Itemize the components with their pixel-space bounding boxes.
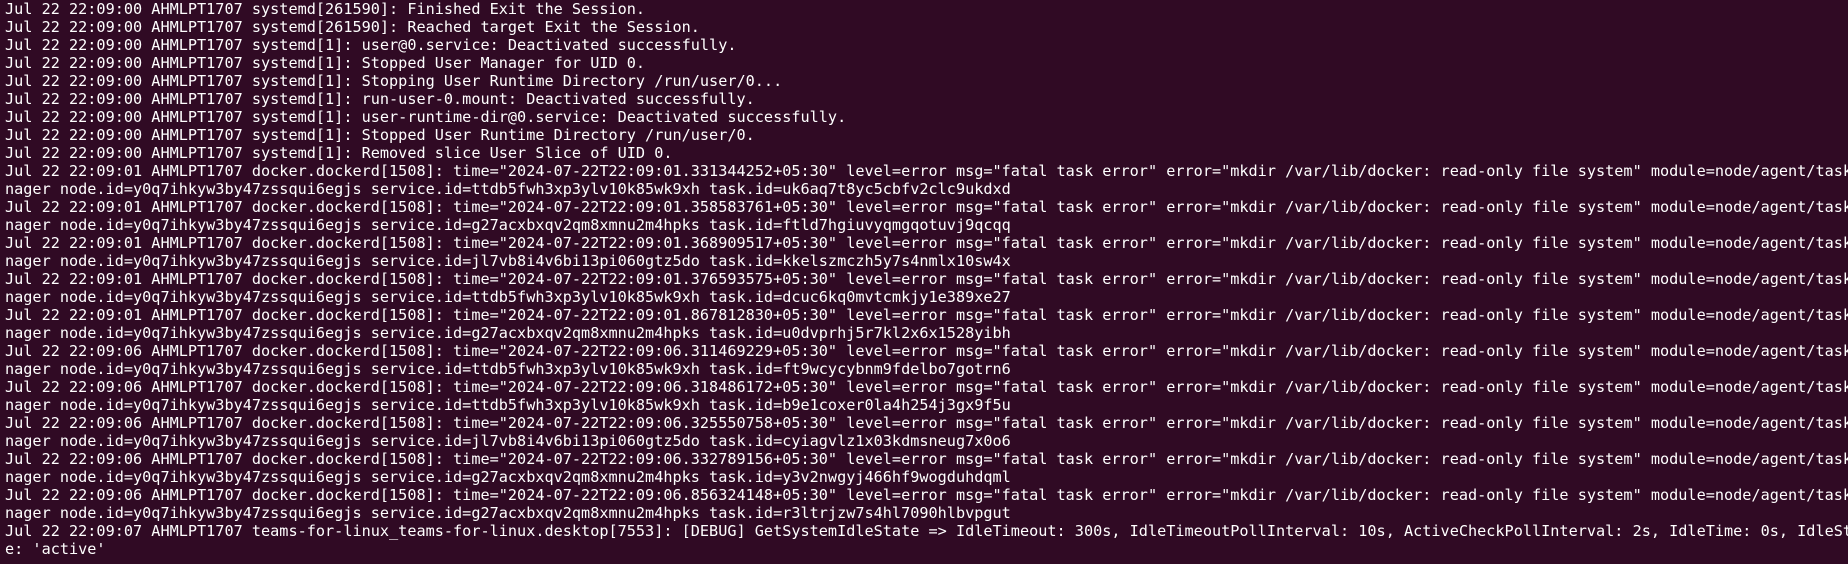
log-line: Jul 22 22:09:00 AHMLPT1707 systemd[26159…: [5, 0, 646, 18]
log-line: nager node.id=y0q7ihkyw3by47zssqui6egjs …: [5, 432, 1011, 450]
terminal-output[interactable]: Jul 22 22:09:00 AHMLPT1707 systemd[26159…: [0, 0, 1848, 564]
log-line: Jul 22 22:09:01 AHMLPT1707 docker.docker…: [5, 234, 1848, 252]
log-line: nager node.id=y0q7ihkyw3by47zssqui6egjs …: [5, 252, 1011, 270]
log-line: Jul 22 22:09:06 AHMLPT1707 docker.docker…: [5, 342, 1848, 360]
log-line: nager node.id=y0q7ihkyw3by47zssqui6egjs …: [5, 288, 1011, 306]
log-line: Jul 22 22:09:00 AHMLPT1707 systemd[1]: r…: [5, 90, 755, 108]
log-line: Jul 22 22:09:00 AHMLPT1707 systemd[1]: S…: [5, 54, 646, 72]
log-line: Jul 22 22:09:07 AHMLPT1707 teams-for-lin…: [5, 522, 1848, 540]
log-line: nager node.id=y0q7ihkyw3by47zssqui6egjs …: [5, 504, 1011, 522]
log-line: Jul 22 22:09:06 AHMLPT1707 docker.docker…: [5, 414, 1848, 432]
log-line: nager node.id=y0q7ihkyw3by47zssqui6egjs …: [5, 324, 1011, 342]
log-line: Jul 22 22:09:00 AHMLPT1707 systemd[1]: u…: [5, 36, 737, 54]
log-line: Jul 22 22:09:00 AHMLPT1707 systemd[1]: S…: [5, 72, 783, 90]
log-line: nager node.id=y0q7ihkyw3by47zssqui6egjs …: [5, 216, 1011, 234]
log-line: Jul 22 22:09:06 AHMLPT1707 docker.docker…: [5, 450, 1848, 468]
log-line: Jul 22 22:09:01 AHMLPT1707 docker.docker…: [5, 162, 1848, 180]
log-line: Jul 22 22:09:01 AHMLPT1707 docker.docker…: [5, 306, 1848, 324]
log-line: Jul 22 22:09:00 AHMLPT1707 systemd[1]: u…: [5, 108, 847, 126]
log-line: nager node.id=y0q7ihkyw3by47zssqui6egjs …: [5, 396, 1011, 414]
log-line: Jul 22 22:09:00 AHMLPT1707 systemd[26159…: [5, 18, 700, 36]
log-line: Jul 22 22:09:01 AHMLPT1707 docker.docker…: [5, 198, 1848, 216]
log-line: nager node.id=y0q7ihkyw3by47zssqui6egjs …: [5, 468, 1011, 486]
log-line: Jul 22 22:09:06 AHMLPT1707 docker.docker…: [5, 378, 1848, 396]
log-line: Jul 22 22:09:01 AHMLPT1707 docker.docker…: [5, 270, 1848, 288]
log-line: nager node.id=y0q7ihkyw3by47zssqui6egjs …: [5, 180, 1011, 198]
log-line: e: 'active': [5, 540, 106, 558]
log-line: nager node.id=y0q7ihkyw3by47zssqui6egjs …: [5, 360, 1011, 378]
log-line: Jul 22 22:09:06 AHMLPT1707 docker.docker…: [5, 486, 1848, 504]
log-line: Jul 22 22:09:00 AHMLPT1707 systemd[1]: R…: [5, 144, 673, 162]
log-line: Jul 22 22:09:00 AHMLPT1707 systemd[1]: S…: [5, 126, 755, 144]
